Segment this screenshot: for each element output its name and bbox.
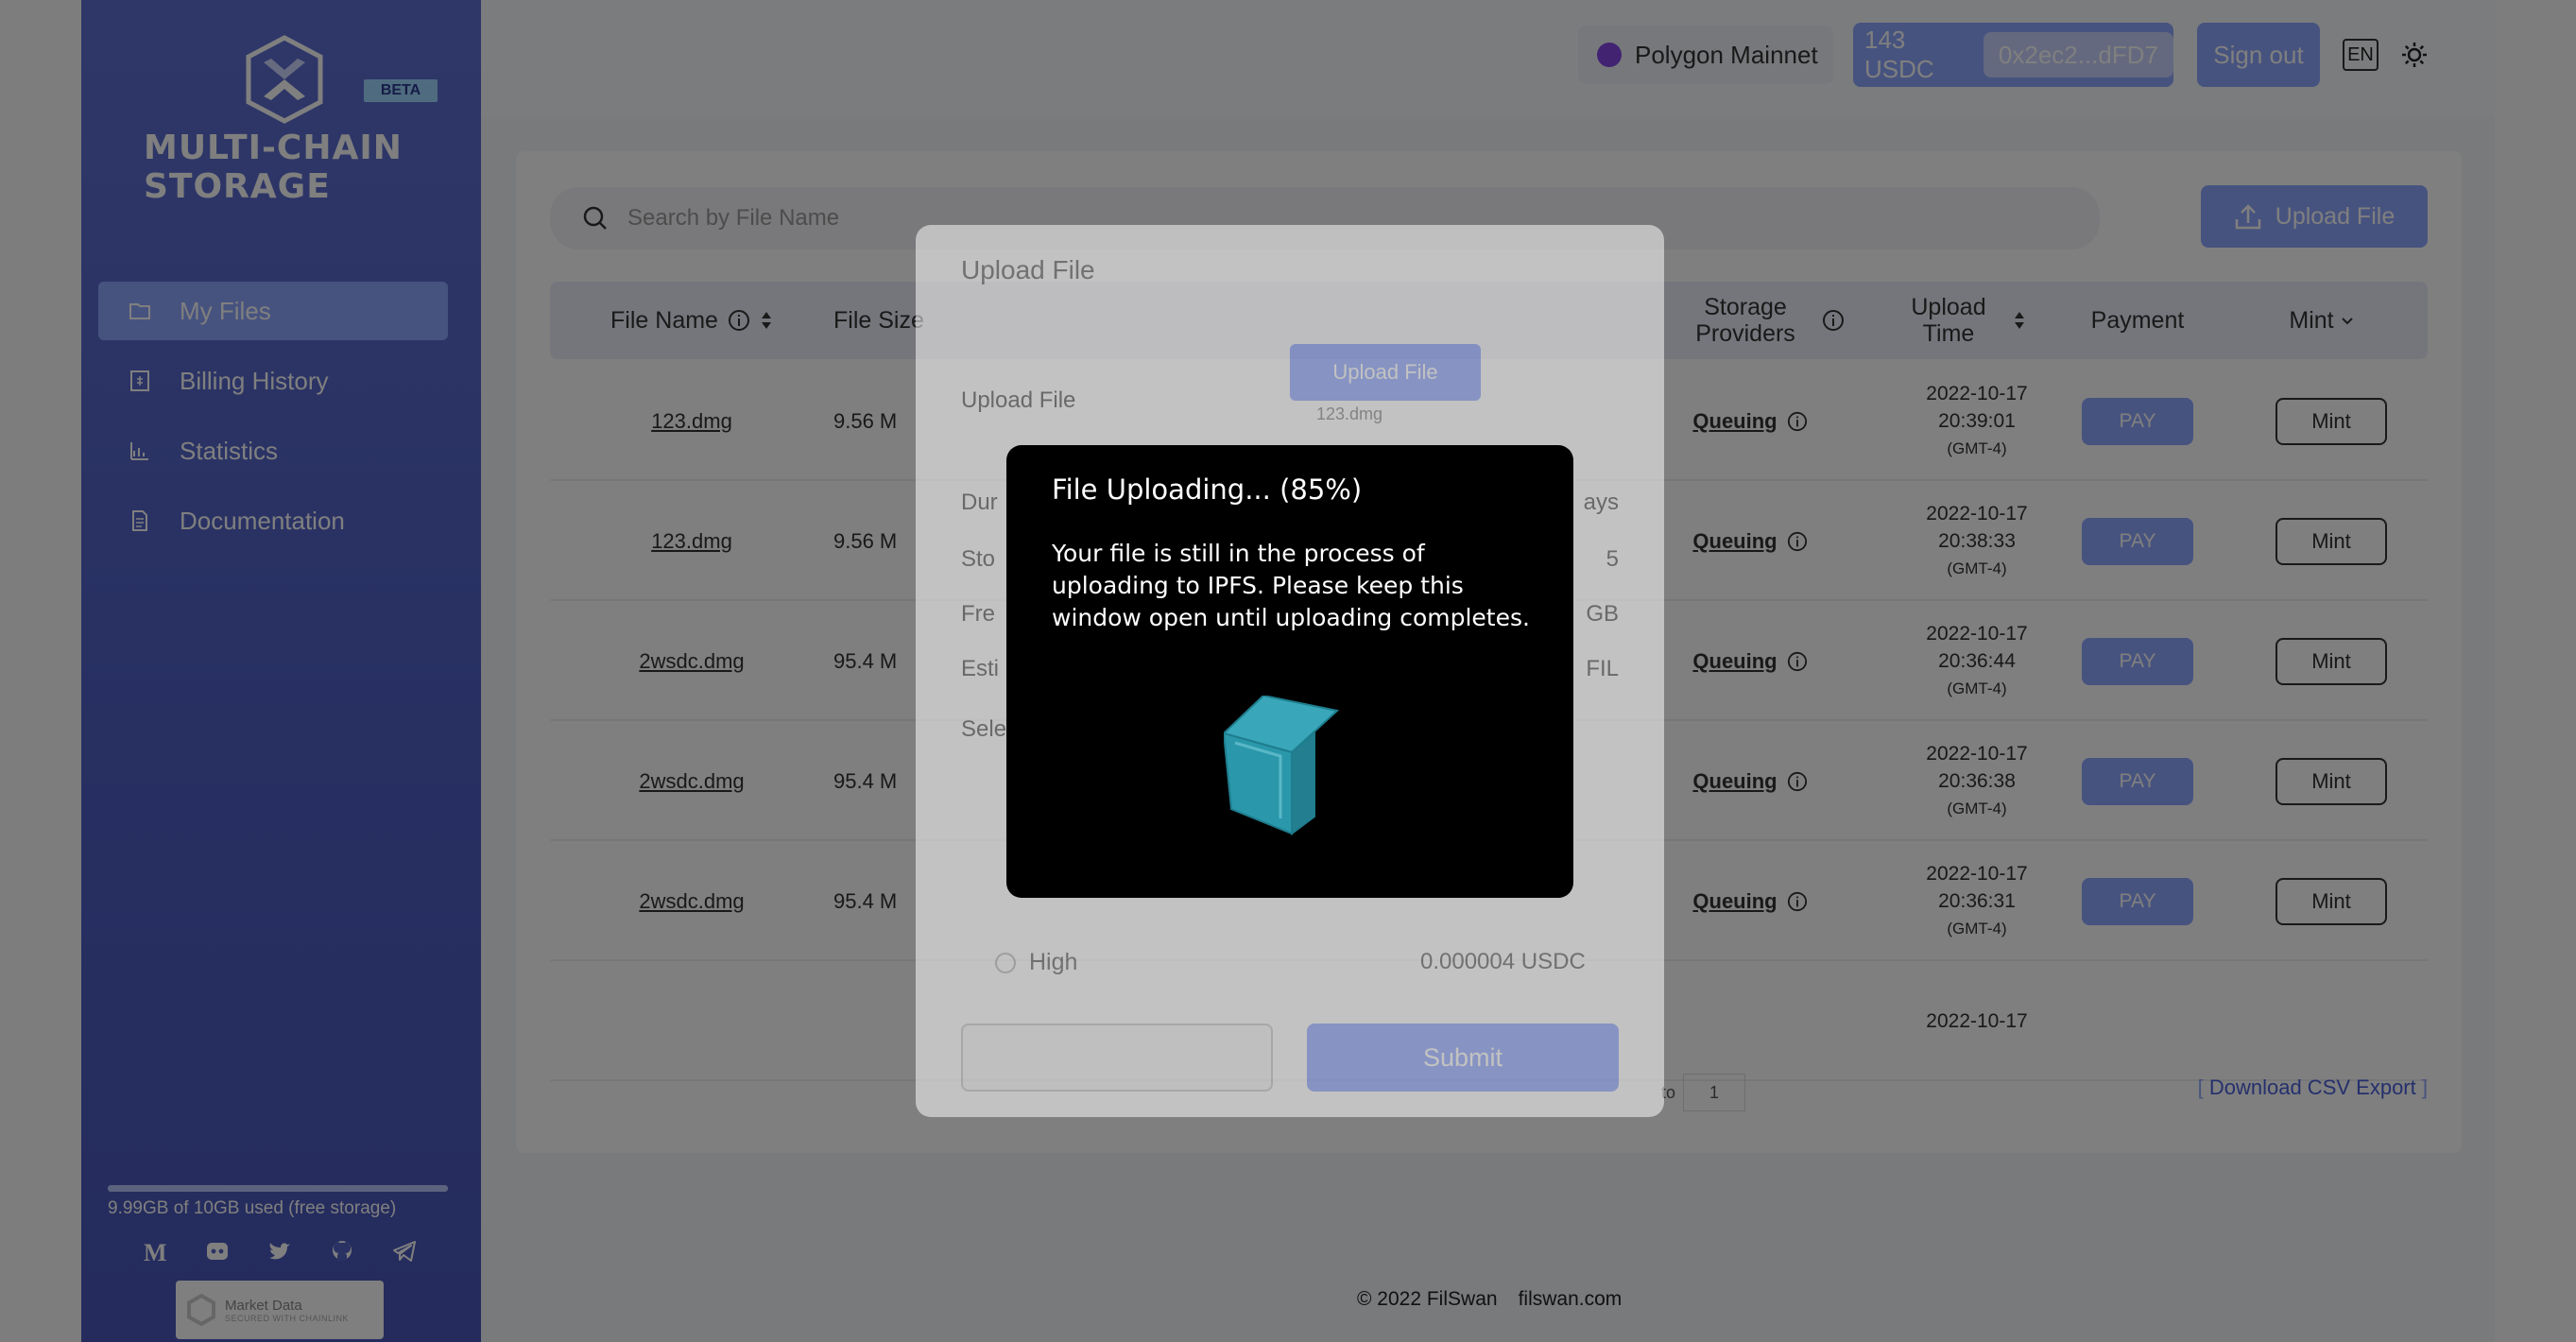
upload-progress-title: File Uploading... (85%): [1052, 473, 1363, 506]
dialog-file-name: 123.dmg: [1316, 404, 1383, 423]
dialog-upload-button[interactable]: Upload File: [1290, 344, 1481, 401]
box-loader-icon: [1224, 696, 1340, 835]
dialog-row-value: 5: [1606, 546, 1619, 572]
dialog-row-value: GB: [1586, 601, 1619, 627]
high-radio[interactable]: [995, 953, 1016, 973]
upload-progress-dialog: File Uploading... (85%) Your file is sti…: [1006, 445, 1573, 898]
high-value: 0.000004 USDC: [1420, 949, 1586, 974]
app-root: BETA MULTI-CHAIN STORAGE My Files Billin…: [0, 0, 2576, 1342]
dialog-title: Upload File: [961, 255, 1095, 284]
cancel-button[interactable]: [961, 1024, 1273, 1092]
dialog-row-label: Esti: [961, 656, 1000, 681]
dialog-row-label: Dur: [961, 490, 998, 515]
submit-button[interactable]: Submit: [1307, 1024, 1619, 1092]
dialog-row-value: ays: [1583, 490, 1619, 515]
dialog-upload-label: Upload File: [961, 387, 1076, 413]
upload-progress-message: Your file is still in the process of upl…: [1052, 540, 1530, 631]
dialog-row-label: Sele: [961, 716, 1007, 742]
dialog-row-value: FIL: [1586, 656, 1619, 681]
dialog-row-label: Sto: [961, 546, 996, 572]
high-label: High: [1029, 949, 1078, 975]
dialog-row-label: Fre: [961, 601, 995, 627]
